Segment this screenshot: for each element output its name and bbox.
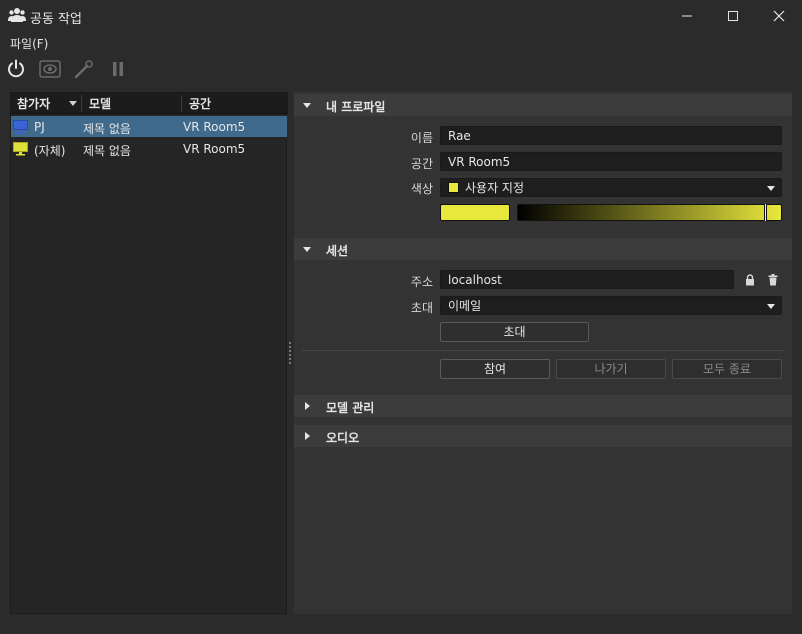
column-space[interactable]: 공간 (189, 95, 211, 112)
participant-name: PJ (34, 120, 45, 134)
brightness-slider[interactable] (517, 204, 782, 221)
divider (302, 350, 784, 351)
delete-button[interactable] (766, 273, 780, 287)
trash-icon (768, 274, 778, 286)
sort-down-icon (69, 101, 77, 106)
participant-name: (자체) (34, 144, 66, 158)
section-session-label: 세션 (326, 244, 349, 258)
table-row[interactable]: (자체) 제목 없음 VR Room5 (11, 138, 287, 159)
address-label: 주소 (410, 275, 433, 289)
menu-file[interactable]: 파일(F) (10, 35, 48, 52)
leave-button[interactable]: 나가기 (556, 359, 666, 379)
pause-icon (113, 62, 123, 76)
power-icon (8, 59, 24, 78)
name-label: 이름 (410, 131, 433, 145)
maximize-icon (728, 11, 738, 21)
power-button[interactable] (5, 58, 27, 80)
address-field[interactable]: localhost (440, 270, 734, 289)
color-swatch-icon (448, 182, 459, 193)
column-separator (81, 95, 82, 112)
join-button[interactable]: 참여 (440, 359, 550, 379)
section-audio-header[interactable]: 오디오 (294, 425, 792, 447)
column-model[interactable]: 모델 (89, 95, 111, 112)
space-label: 공간 (410, 157, 433, 171)
table-header: 참가자 모델 공간 (11, 93, 288, 114)
space-field[interactable]: VR Room5 (440, 152, 782, 171)
section-session-header[interactable]: 세션 (294, 238, 792, 260)
group-icon (8, 8, 26, 22)
close-icon (773, 10, 785, 22)
table-row[interactable]: PJ 제목 없음 VR Room5 (11, 116, 287, 137)
chevron-down-icon (767, 304, 775, 309)
participant-model: 제목 없음 (83, 122, 131, 136)
settings-panel: 내 프로파일 이름 Rae 공간 VR Room5 색상 사용자 지정 세션 주… (294, 92, 792, 614)
participant-space: VR Room5 (183, 120, 246, 134)
collapsed-icon (305, 432, 310, 440)
close-button[interactable] (756, 0, 802, 32)
section-audio-label: 오디오 (326, 431, 360, 445)
minimize-button[interactable] (664, 0, 710, 32)
column-separator (181, 95, 182, 112)
participants-table: 참가자 모델 공간 PJ 제목 없음 VR Room5 (자체) 제목 없음 V… (10, 92, 288, 614)
invite-button[interactable]: 초대 (440, 322, 589, 342)
pause-button[interactable] (107, 58, 129, 80)
invite-label: 초대 (410, 301, 433, 315)
invite-method-value: 이메일 (448, 299, 482, 313)
toolbar (0, 54, 802, 84)
collapsed-icon (305, 402, 310, 410)
column-participant[interactable]: 참가자 (17, 95, 50, 112)
monitor-icon (13, 120, 28, 134)
invite-method-select[interactable]: 이메일 (440, 296, 782, 315)
color-label: 색상 (410, 182, 433, 196)
expanded-icon (303, 103, 311, 108)
lock-button[interactable] (743, 273, 757, 287)
title-bar: 공동 작업 (0, 0, 802, 32)
section-model-manage-header[interactable]: 모델 관리 (294, 395, 792, 417)
minimize-icon (682, 15, 692, 17)
color-select[interactable]: 사용자 지정 (440, 178, 782, 197)
end-all-button[interactable]: 모두 종료 (672, 359, 782, 379)
slider-handle[interactable] (764, 204, 767, 221)
chevron-down-icon (767, 186, 775, 191)
section-profile-header[interactable]: 내 프로파일 (294, 94, 792, 116)
participant-space: VR Room5 (183, 142, 246, 156)
splitter-handle[interactable] (289, 342, 292, 364)
laser-pointer-button[interactable] (73, 58, 95, 80)
monitor-icon (13, 142, 28, 156)
expanded-icon (303, 247, 311, 252)
eye-icon (39, 60, 61, 78)
section-profile-label: 내 프로파일 (326, 100, 386, 114)
color-preview[interactable] (440, 204, 510, 221)
pen-icon (74, 60, 93, 79)
name-field[interactable]: Rae (440, 126, 782, 145)
menu-bar: 파일(F) (0, 32, 802, 54)
lock-icon (746, 274, 754, 286)
color-select-value: 사용자 지정 (465, 181, 525, 195)
window-title: 공동 작업 (30, 12, 82, 27)
maximize-button[interactable] (710, 0, 756, 32)
section-model-manage-label: 모델 관리 (326, 401, 375, 415)
view-button[interactable] (39, 58, 61, 80)
participant-model: 제목 없음 (83, 144, 131, 158)
